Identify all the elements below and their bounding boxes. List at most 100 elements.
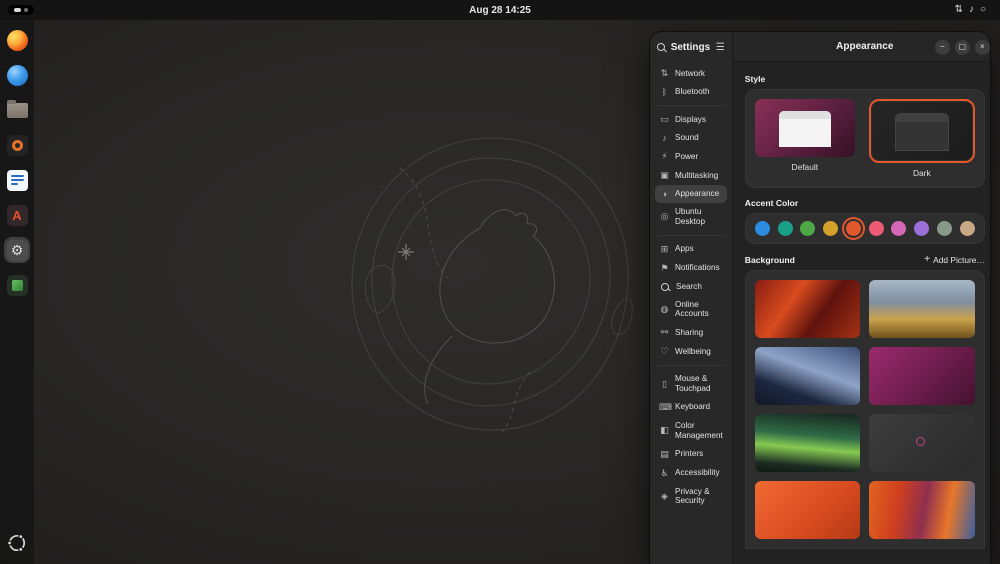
sidebar-item-label: Bluetooth [675, 87, 710, 97]
orange-ring-icon [7, 135, 28, 156]
sidebar-header: Settings ☰ [650, 32, 732, 62]
dock-item-files[interactable] [4, 97, 30, 123]
selected-style-border [869, 99, 975, 163]
accent-color-red[interactable] [869, 221, 884, 236]
privacy-security-icon: ◈ [659, 491, 670, 502]
add-picture-button[interactable]: + Add Picture… [924, 254, 985, 265]
sidebar-item-power[interactable]: ⚡ Power [655, 147, 727, 166]
sidebar-item-multitasking[interactable]: ▣Multitasking [655, 166, 727, 185]
dock-item-camera[interactable] [4, 132, 30, 158]
wallpaper-kangaroo-magenta[interactable] [869, 347, 975, 405]
power-icon: ⚡ [659, 151, 670, 162]
system-tray[interactable]: ⇅♪○ [947, 0, 994, 20]
panel-content: Style Default Dark Accent [733, 62, 990, 564]
sidebar-item-label: Sharing [675, 328, 703, 338]
background-section-header: Background + Add Picture… [745, 254, 985, 265]
sidebar-item-appearance[interactable]: ◑Appearance [655, 185, 727, 203]
sidebar-item-sharing[interactable]: ⚯Sharing [655, 323, 727, 342]
clock[interactable]: Aug 28 14:25 [469, 5, 531, 16]
accent-color-bamboo[interactable] [960, 221, 975, 236]
sidebar-item-mouse-touchpad[interactable]: ▯Mouse & Touchpad [655, 370, 727, 398]
sidebar-divider [657, 105, 725, 106]
dock-item-software[interactable] [4, 272, 30, 298]
hamburger-menu-icon[interactable]: ☰ [716, 42, 725, 53]
green-square-icon [7, 275, 28, 296]
dock-item-thunderbird[interactable] [4, 62, 30, 88]
maximize-button[interactable]: ▢ [955, 40, 970, 55]
wallpaper-kangaroo-orange[interactable] [755, 481, 861, 539]
sidebar-item-keyboard[interactable]: ⌨Keyboard [655, 398, 727, 417]
volume-icon: ♪ [969, 0, 974, 20]
sidebar-item-ubuntu-desktop[interactable]: ◎Ubuntu Desktop [655, 203, 727, 231]
firefox-icon [7, 30, 28, 51]
wallpaper-red-lava[interactable] [755, 280, 861, 338]
sidebar-item-bluetooth[interactable]: ᛒBluetooth [655, 83, 727, 101]
show-apps-button[interactable] [4, 530, 30, 556]
wallpaper-contour-art [330, 125, 660, 445]
dock-item-writer[interactable] [4, 167, 30, 193]
accent-color-purple[interactable] [914, 221, 929, 236]
wallpaper-autumn-mountain[interactable] [869, 280, 975, 338]
ubuntu-desktop-icon: ◎ [659, 211, 670, 222]
sidebar-item-wellbeing[interactable]: ♡ Wellbeing [655, 342, 727, 361]
folder-icon [7, 103, 28, 118]
sidebar-item-label: Wellbeing [675, 347, 711, 357]
sidebar-divider [657, 365, 725, 366]
online-accounts-icon: ◍ [659, 304, 670, 315]
sidebar-item-online-accounts[interactable]: ◍ Online Accounts [655, 296, 727, 324]
page-title: Appearance [836, 41, 893, 52]
style-section-label: Style [745, 74, 985, 84]
minimize-button[interactable]: − [935, 40, 950, 55]
sidebar-item-accessibility[interactable]: ♿Accessibility [655, 464, 727, 483]
sidebar-item-label: Power [675, 152, 698, 162]
sidebar-item-label: Privacy & Security [675, 487, 723, 507]
accent-color-sage[interactable] [937, 221, 952, 236]
close-button[interactable]: × [975, 40, 990, 55]
search-icon[interactable] [657, 43, 665, 51]
default-style-preview [755, 99, 855, 157]
accent-color-blue[interactable] [755, 221, 770, 236]
sidebar-item-label: Multitasking [675, 171, 718, 181]
sidebar-item-apps[interactable]: ⊞Apps [655, 240, 727, 259]
sidebar-item-displays[interactable]: ▭Displays [655, 110, 727, 129]
sidebar-item-sound[interactable]: ♪Sound [655, 129, 727, 147]
accent-color-green[interactable] [800, 221, 815, 236]
sidebar-item-label: Color Management [675, 421, 723, 441]
accent-color-yellow[interactable] [823, 221, 838, 236]
appearance-panel: Appearance − ▢ × Style Default [733, 32, 990, 564]
settings-window: Settings ☰ ⇅NetworkᛒBluetooth ▭Displays♪S… [650, 32, 990, 564]
sidebar-item-label: Displays [675, 115, 706, 125]
ubuntu-logo-icon [6, 532, 28, 554]
sidebar-item-network[interactable]: ⇅Network [655, 64, 727, 83]
sidebar-item-printers[interactable]: ▤Printers [655, 445, 727, 464]
style-option-label: Dark [913, 168, 931, 178]
panel-header: Appearance − ▢ × [733, 32, 990, 62]
sidebar-item-notifications[interactable]: ⚑Notifications [655, 259, 727, 278]
wallpaper-emblem-gray[interactable] [869, 414, 975, 472]
sidebar-item-privacy-security[interactable]: ◈ Privacy & Security [655, 483, 727, 511]
sidebar-item-color-management[interactable]: ◧Color Management [655, 417, 727, 445]
wallpaper-storm-lightning[interactable] [755, 347, 861, 405]
style-option-dark[interactable]: Dark [869, 99, 975, 178]
wallpaper-camel-caravan[interactable] [869, 481, 975, 539]
sidebar-item-label: Online Accounts [675, 300, 723, 320]
sidebar-list: ⇅NetworkᛒBluetooth ▭Displays♪Sound ⚡ Power ▣… [650, 62, 732, 564]
power-icon: ○ [980, 0, 986, 20]
style-card: Default Dark [745, 89, 985, 188]
accent-color-magenta[interactable] [891, 221, 906, 236]
dock-item-firefox[interactable] [4, 27, 30, 53]
dock-item-settings[interactable]: ⚙ [4, 237, 30, 263]
accent-color-teal[interactable] [778, 221, 793, 236]
wallpaper-aurora[interactable] [755, 414, 861, 472]
document-icon [7, 170, 28, 191]
style-option-default[interactable]: Default [755, 99, 855, 178]
workspace-indicator[interactable] [8, 5, 34, 15]
sidebar-item-label: Search [676, 282, 702, 292]
sidebar-item-search[interactable]: Search [655, 278, 727, 296]
dock-item-text-editor[interactable]: A [4, 202, 30, 228]
accent-color-orange[interactable] [846, 221, 861, 236]
notifications-icon: ⚑ [659, 263, 670, 274]
settings-sidebar: Settings ☰ ⇅NetworkᛒBluetooth ▭Displays♪S… [650, 32, 733, 564]
add-picture-label: Add Picture… [933, 255, 985, 265]
wellbeing-icon: ♡ [659, 346, 670, 357]
